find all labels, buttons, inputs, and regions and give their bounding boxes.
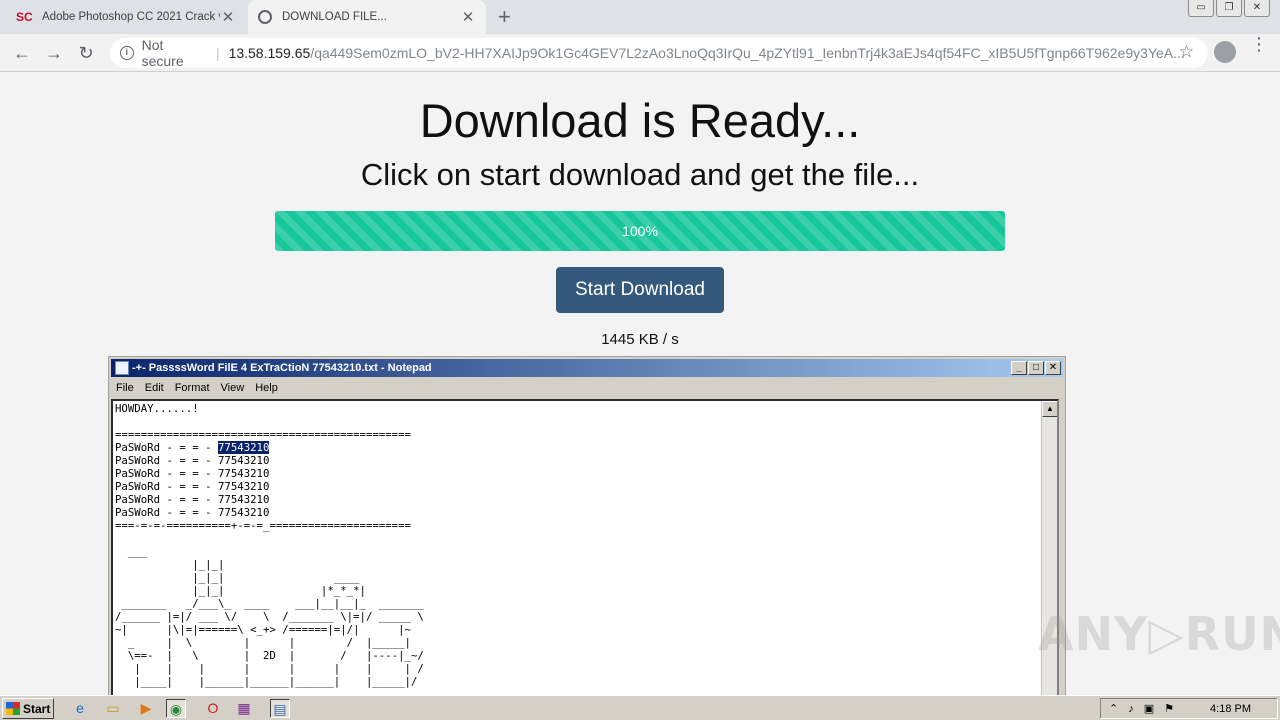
password-line: PaSWoRd - = = - 77543210 bbox=[115, 506, 270, 519]
internet-explorer-icon[interactable]: e bbox=[70, 699, 90, 718]
back-button[interactable]: ← bbox=[10, 41, 34, 65]
notepad-menubar: File Edit Format View Help bbox=[111, 378, 1063, 397]
system-tray: ⌃ ♪ ▣ ⚑ 4:18 PM bbox=[1100, 698, 1278, 719]
ascii-art: ___ |_|_| |_|_| ____ |_|_| |*_*_*| _____… bbox=[115, 545, 424, 688]
notepad-maximize-button[interactable]: □ bbox=[1028, 361, 1044, 375]
window-controls: ▭ ❐ ✕ bbox=[1188, 0, 1270, 17]
address-bar[interactable]: i Not secure | 13.58.159.65 /qa449Sem0zm… bbox=[110, 37, 1208, 69]
media-player-icon[interactable]: ▶ bbox=[136, 699, 156, 718]
clock[interactable]: 4:18 PM bbox=[1210, 703, 1251, 715]
password-line: PaSWoRd - = = - 77543210 bbox=[115, 454, 270, 467]
tab-adobe-photoshop[interactable]: SC Adobe Photoshop CC 2021 Crack v2 ✕ bbox=[6, 0, 246, 34]
close-window-button[interactable]: ✕ bbox=[1244, 0, 1270, 17]
forward-button[interactable]: → bbox=[42, 41, 66, 65]
progress-label: 100% bbox=[622, 223, 658, 239]
password-line-selected: PaSWoRd - = = - 77543210 bbox=[115, 441, 424, 454]
start-label: Start bbox=[23, 701, 51, 716]
password-line: PaSWoRd - = = - 77543210 bbox=[115, 467, 270, 480]
menu-edit[interactable]: Edit bbox=[145, 382, 164, 394]
security-label: Not secure bbox=[141, 37, 184, 69]
start-download-button[interactable]: Start Download bbox=[556, 267, 724, 313]
reload-button[interactable]: ↻ bbox=[74, 41, 98, 65]
notepad-task-icon[interactable]: ▤ bbox=[270, 699, 290, 718]
bookmark-star-icon[interactable]: ☆ bbox=[1179, 42, 1194, 62]
browser-menu-icon[interactable]: ⋮ bbox=[1250, 35, 1268, 53]
selected-password: 77543210 bbox=[217, 441, 270, 454]
scroll-up-arrow-icon[interactable]: ▲ bbox=[1042, 401, 1057, 417]
profile-avatar[interactable] bbox=[1214, 41, 1236, 63]
chrome-icon[interactable]: ◉ bbox=[166, 699, 186, 718]
flag-icon[interactable]: ⚑ bbox=[1164, 702, 1174, 715]
download-progress-bar: 100% bbox=[275, 211, 1005, 251]
notepad-close-button[interactable]: ✕ bbox=[1045, 361, 1061, 375]
address-separator: | bbox=[215, 45, 220, 61]
notepad-minimize-button[interactable]: _ bbox=[1011, 361, 1027, 375]
tab-close-icon[interactable]: ✕ bbox=[460, 8, 476, 26]
tab-title: Adobe Photoshop CC 2021 Crack v2 bbox=[42, 11, 220, 23]
password-line: PaSWoRd - = = - 77543210 bbox=[115, 493, 270, 506]
restore-button[interactable]: ❐ bbox=[1216, 0, 1242, 17]
download-speed: 1445 KB / s bbox=[601, 331, 679, 348]
menu-help[interactable]: Help bbox=[255, 382, 278, 394]
anyrun-watermark: ANY▷RUN bbox=[1038, 607, 1280, 661]
notepad-titlebar[interactable]: -+- PassssWord FilE 4 ExTraCtioN 7754321… bbox=[111, 359, 1063, 377]
password-prefix: PaSWoRd - = = - bbox=[115, 441, 218, 454]
notepad-text-area[interactable]: HOWDAY......! ==========================… bbox=[111, 399, 1059, 699]
menu-format[interactable]: Format bbox=[175, 382, 210, 394]
info-icon[interactable]: i bbox=[120, 46, 134, 60]
tab-close-icon[interactable]: ✕ bbox=[220, 8, 236, 26]
menu-view[interactable]: View bbox=[221, 382, 245, 394]
page-subtitle: Click on start download and get the file… bbox=[360, 157, 920, 192]
sc-favicon-icon: SC bbox=[16, 10, 33, 24]
notepad-title: -+- PassssWord FilE 4 ExTraCtioN 7754321… bbox=[132, 362, 432, 374]
page-title: Download is Ready... bbox=[419, 94, 861, 147]
url-path: /qa449Sem0zmLO_bV2-HH7XAIJp9Ok1Gc4GEV7L2… bbox=[310, 45, 1185, 61]
progress-fill: 100% bbox=[275, 211, 1005, 251]
password-line: PaSWoRd - = = - 77543210 bbox=[115, 480, 270, 493]
winrar-icon[interactable]: ▦ bbox=[234, 699, 254, 718]
greeting-line: HOWDAY......! bbox=[115, 402, 199, 415]
url-host: 13.58.159.65 bbox=[228, 45, 311, 61]
windows-flag-icon bbox=[6, 702, 20, 715]
notepad-window: -+- PassssWord FilE 4 ExTraCtioN 7754321… bbox=[108, 356, 1066, 701]
notepad-icon bbox=[115, 361, 129, 375]
start-button[interactable]: Start bbox=[2, 698, 54, 719]
new-tab-button[interactable]: + bbox=[498, 4, 511, 30]
menu-file[interactable]: File bbox=[116, 382, 134, 394]
globe-icon bbox=[258, 10, 272, 24]
folder-icon[interactable]: ▭ bbox=[103, 699, 123, 718]
notepad-content: HOWDAY......! ==========================… bbox=[115, 402, 424, 688]
browser-tab-strip: SC Adobe Photoshop CC 2021 Crack v2 ✕ DO… bbox=[0, 0, 1280, 34]
windows-taskbar: Start e ▭ ▶ ◉ O ▦ ▤ ⌃ ♪ ▣ ⚑ 4:18 PM bbox=[0, 695, 1280, 720]
speaker-icon[interactable]: ♪ bbox=[1128, 703, 1134, 715]
browser-toolbar: ← → ↻ i Not secure | 13.58.159.65 /qa449… bbox=[0, 34, 1280, 72]
minimize-button[interactable]: ▭ bbox=[1188, 0, 1214, 17]
tab-title: DOWNLOAD FILE... bbox=[282, 11, 387, 23]
opera-icon[interactable]: O bbox=[203, 699, 223, 718]
tab-download-file[interactable]: DOWNLOAD FILE... ✕ bbox=[248, 0, 486, 34]
rule-line-bottom: ===-=-=-==========+-=-=_================… bbox=[115, 519, 411, 532]
page-content: Download is Ready... Click on start down… bbox=[0, 73, 1280, 701]
rule-line: ========================================… bbox=[115, 428, 411, 441]
network-icon[interactable]: ▣ bbox=[1144, 702, 1154, 715]
up-arrow-icon[interactable]: ⌃ bbox=[1109, 702, 1118, 715]
